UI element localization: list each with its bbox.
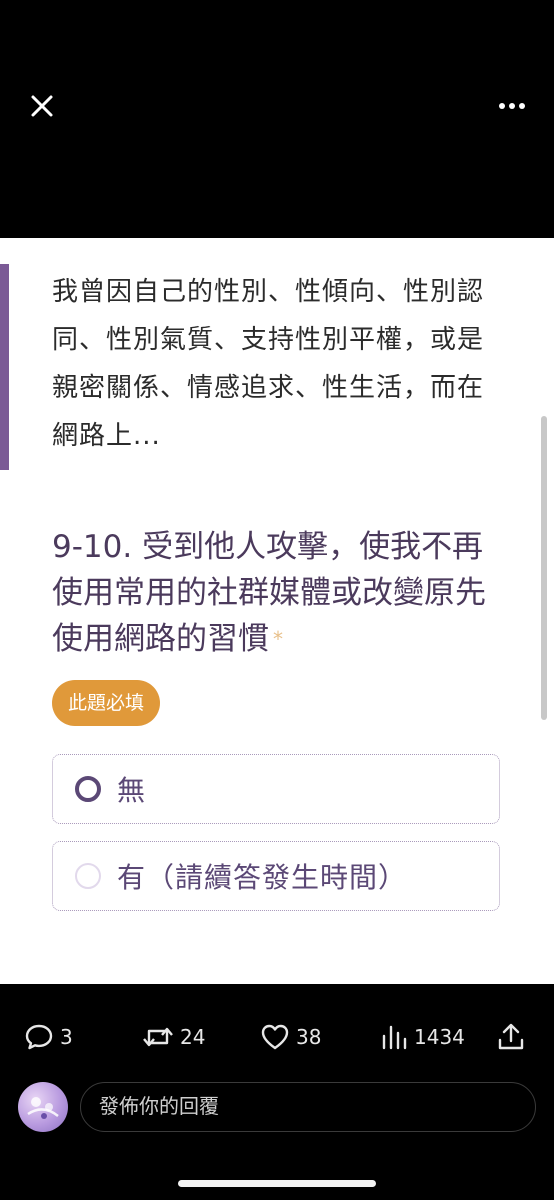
question-text: 9-10. 受到他人攻擊，使我不再使用常用的社群媒體或改變原先使用網路的習慣 bbox=[52, 529, 486, 657]
avatar[interactable] bbox=[18, 1082, 68, 1132]
radio-icon[interactable] bbox=[75, 776, 101, 802]
required-star: * bbox=[273, 627, 283, 651]
reply-input[interactable]: 發佈你的回覆 bbox=[80, 1082, 536, 1132]
comment-icon bbox=[25, 1024, 53, 1050]
option-yes[interactable]: 有（請續答發生時間） bbox=[52, 841, 500, 911]
more-horizontal-icon bbox=[499, 103, 525, 109]
repost-count: 24 bbox=[180, 1025, 206, 1049]
home-indicator bbox=[178, 1180, 376, 1187]
views-button[interactable]: 1434 bbox=[380, 1022, 465, 1052]
share-button[interactable] bbox=[496, 1022, 532, 1052]
question-title: 9-10. 受到他人攻擊，使我不再使用常用的社群媒體或改變原先使用網路的習慣 * bbox=[52, 524, 512, 662]
option-label: 無 bbox=[117, 774, 147, 807]
share-icon bbox=[498, 1023, 524, 1050]
scrollbar-thumb bbox=[541, 416, 547, 720]
avatar-art-icon bbox=[27, 1097, 59, 1119]
post-action-bar: 3 24 38 1434 bbox=[0, 1008, 554, 1072]
post-image: 我曾因自己的性別、性傾向、性別認同、性別氣質、支持性別平權，或是親密關係、情感追… bbox=[0, 238, 554, 984]
analytics-icon bbox=[382, 1025, 407, 1050]
section-description: 我曾因自己的性別、性傾向、性別認同、性別氣質、支持性別平權，或是親密關係、情感追… bbox=[52, 277, 485, 451]
more-options-button[interactable] bbox=[494, 92, 530, 120]
reply-count: 3 bbox=[60, 1025, 73, 1049]
repost-button[interactable]: 24 bbox=[142, 1022, 205, 1052]
option-label: 有（請續答發生時間） bbox=[117, 861, 408, 894]
close-icon bbox=[31, 95, 53, 117]
option-none[interactable]: 無 bbox=[52, 754, 500, 824]
required-badge: 此題必填 bbox=[52, 680, 161, 726]
view-count: 1434 bbox=[414, 1025, 465, 1049]
repost-icon bbox=[143, 1027, 173, 1047]
heart-icon bbox=[261, 1024, 289, 1050]
reply-button[interactable]: 3 bbox=[24, 1022, 73, 1052]
section-accent-bar bbox=[0, 264, 9, 470]
like-count: 38 bbox=[296, 1025, 322, 1049]
radio-icon[interactable] bbox=[75, 863, 101, 889]
top-bar bbox=[0, 0, 554, 238]
close-button[interactable] bbox=[26, 90, 58, 122]
like-button[interactable]: 38 bbox=[260, 1022, 321, 1052]
